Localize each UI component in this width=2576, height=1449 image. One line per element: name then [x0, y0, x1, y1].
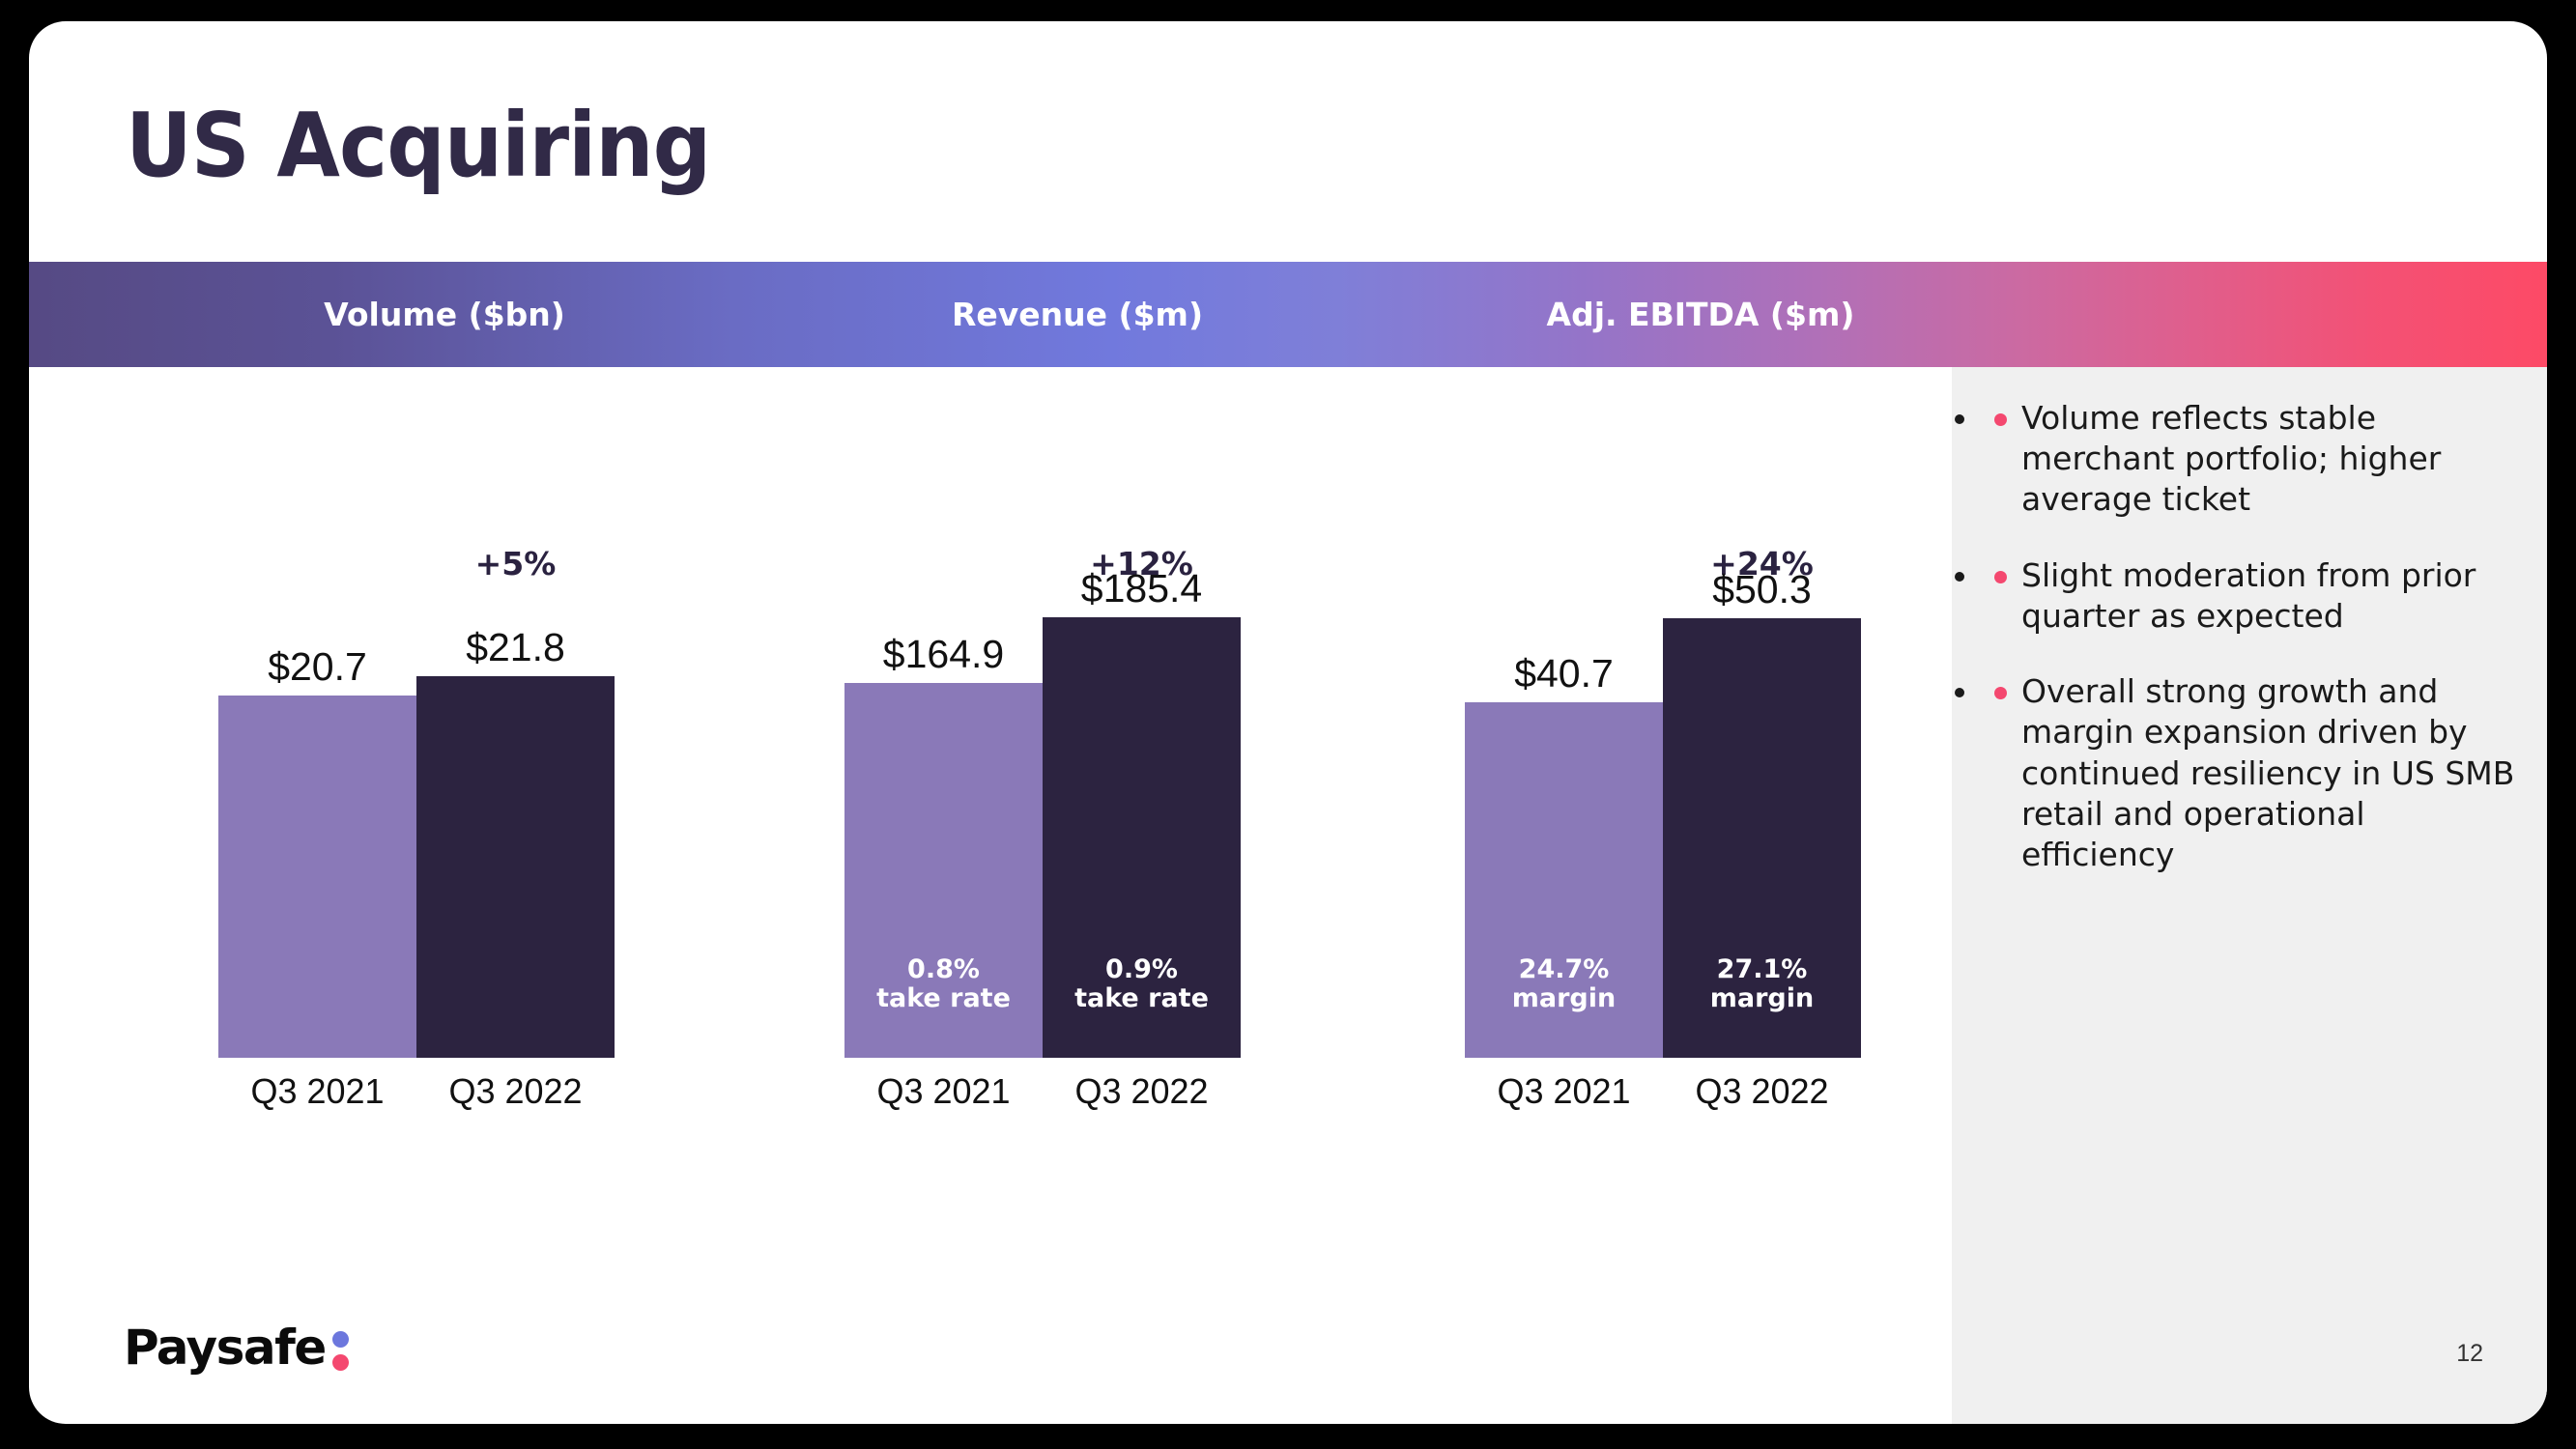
paysafe-logo: Paysafe: [124, 1320, 350, 1376]
bar-sublabel-margin: 24.7% margin: [1511, 953, 1617, 1013]
chart-volume: +5% $20.7 Q3 2021 $21.8 Q3 2022: [104, 367, 723, 1424]
bar-rect-light: 0.8% take rate: [844, 683, 1043, 1058]
bar-q3-2021-adj-ebitda: $40.7 24.7% margin Q3 2021: [1465, 651, 1663, 1111]
page-number: 12: [2456, 1340, 2483, 1367]
bar-value-label: $21.8: [466, 625, 565, 669]
bar-q3-2022-revenue: $185.4 0.9% take rate Q3 2022: [1043, 566, 1241, 1111]
bar-rect-dark: [416, 676, 615, 1058]
bar-rect-dark: 27.1% margin: [1663, 618, 1861, 1058]
bar-q3-2022-volume: $21.8 Q3 2022: [416, 625, 615, 1111]
metric-header-band: Volume ($bn) Revenue ($m) Adj. EBITDA ($…: [29, 262, 2547, 367]
commentary-sidebar: Volume reflects stable merchant portfoli…: [1952, 367, 2547, 1424]
bar-group-adj-ebitda: $40.7 24.7% margin Q3 2021 $50.3 27.1% mar…: [1351, 367, 1969, 1169]
page-title: US Acquiring: [126, 94, 711, 197]
logo-wordmark: Paysafe: [124, 1320, 327, 1376]
band-label-adj-ebitda: Adj. EBITDA ($m): [1546, 296, 1855, 333]
list-item: Overall strong growth and margin expansi…: [1981, 671, 2522, 875]
bar-q3-2021-revenue: $164.9 0.8% take rate Q3 2021: [844, 632, 1043, 1111]
bullet-dot-icon: [1994, 413, 2007, 426]
bar-value-label: $185.4: [1080, 566, 1203, 611]
bar-value-label: $40.7: [1514, 651, 1614, 696]
bar-sublabel-margin: 27.1% margin: [1709, 953, 1815, 1013]
bar-rect-light: 24.7% margin: [1465, 702, 1663, 1058]
category-label: Q3 2021: [876, 1071, 1011, 1111]
list-item: Volume reflects stable merchant portfoli…: [1981, 398, 2522, 521]
charts-region: +5% $20.7 Q3 2021 $21.8 Q3 2022 +12% $16…: [29, 367, 1952, 1424]
chart-adj-ebitda: +24% $40.7 24.7% margin Q3 2021 $50.3 27.…: [1351, 367, 1969, 1424]
bullet-text: Volume reflects stable merchant portfoli…: [2021, 399, 2442, 519]
commentary-bullet-list: Volume reflects stable merchant portfoli…: [1981, 398, 2522, 910]
band-label-revenue: Revenue ($m): [951, 296, 1204, 333]
bar-group-volume: $20.7 Q3 2021 $21.8 Q3 2022: [104, 367, 723, 1169]
bar-q3-2021-volume: $20.7 Q3 2021: [218, 644, 416, 1111]
bar-rect-light: [218, 696, 416, 1058]
bar-value-label: $50.3: [1712, 567, 1812, 611]
category-label: Q3 2021: [250, 1071, 385, 1111]
slide-canvas: US Acquiring Volume ($bn) Revenue ($m) A…: [29, 21, 2547, 1424]
logo-dot-top: [331, 1331, 349, 1348]
bar-q3-2022-adj-ebitda: $50.3 27.1% margin Q3 2022: [1663, 567, 1861, 1111]
bar-value-label: $164.9: [882, 632, 1005, 676]
category-label: Q3 2021: [1497, 1071, 1631, 1111]
bullet-text: Overall strong growth and margin expansi…: [2021, 672, 2515, 874]
bullet-dot-icon: [1994, 570, 2007, 583]
bullet-text: Slight moderation from prior quarter as …: [2021, 555, 2476, 635]
category-label: Q3 2022: [1074, 1071, 1209, 1111]
logo-dot-bottom: [331, 1354, 349, 1371]
chart-revenue: +12% $164.9 0.8% take rate Q3 2021 $185.4…: [730, 367, 1349, 1424]
band-label-volume: Volume ($bn): [324, 296, 565, 333]
bar-group-revenue: $164.9 0.8% take rate Q3 2021 $185.4 0.9%…: [730, 367, 1349, 1169]
category-label: Q3 2022: [1695, 1071, 1829, 1111]
bullet-dot-icon: [1994, 687, 2007, 700]
logo-colon-icon: [331, 1325, 350, 1371]
bar-sublabel-take-rate: 0.9% take rate: [1074, 953, 1209, 1013]
list-item: Slight moderation from prior quarter as …: [1981, 555, 2522, 637]
bar-sublabel-take-rate: 0.8% take rate: [876, 953, 1011, 1013]
bar-rect-dark: 0.9% take rate: [1043, 617, 1241, 1058]
category-label: Q3 2022: [448, 1071, 583, 1111]
